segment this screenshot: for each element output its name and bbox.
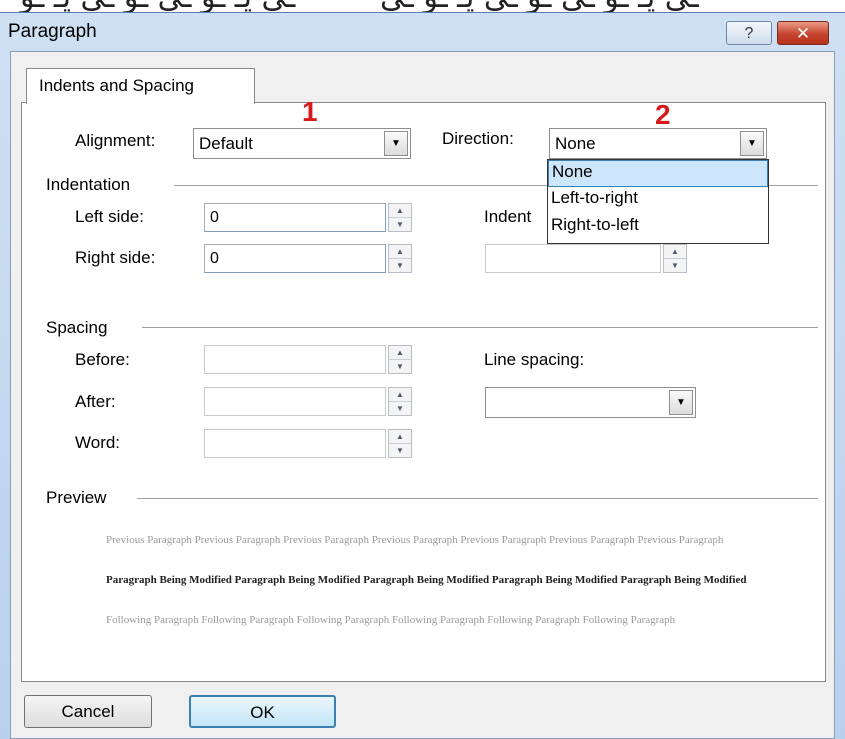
spin-up-icon[interactable]: ▲ xyxy=(389,346,411,360)
line-spacing-label: Line spacing: xyxy=(484,350,585,369)
word-input[interactable] xyxy=(204,429,386,458)
before-label: Before: xyxy=(75,350,130,369)
spin-down-icon[interactable]: ▼ xyxy=(389,444,411,457)
spacing-heading: Spacing xyxy=(46,318,108,337)
preview-following-paragraph: Following Paragraph Following Paragraph … xyxy=(106,614,676,626)
word-label: Word: xyxy=(75,433,121,452)
left-side-input[interactable]: 0 xyxy=(204,203,386,232)
right-side-stepper[interactable]: ▲ ▼ xyxy=(388,244,412,273)
spacing-divider xyxy=(142,327,818,328)
direction-label: Direction: xyxy=(442,129,514,148)
before-input[interactable] xyxy=(204,345,386,374)
direction-option-right-to-left[interactable]: Right-to-left xyxy=(548,214,768,241)
direction-select[interactable]: None ▼ xyxy=(549,128,767,159)
direction-dropdown-list: None Left-to-right Right-to-left xyxy=(547,159,769,244)
cancel-button[interactable]: Cancel xyxy=(24,695,152,728)
after-input[interactable] xyxy=(204,387,386,416)
paragraph-dialog: Paragraph ? ✕ Indents and Spacing 1 2 Al… xyxy=(0,12,845,739)
line-spacing-select[interactable]: ▼ xyxy=(485,387,696,418)
spin-up-icon[interactable]: ▲ xyxy=(389,245,411,259)
spin-up-icon[interactable]: ▲ xyxy=(664,245,686,259)
close-button[interactable]: ✕ xyxy=(777,21,829,45)
direction-option-left-to-right[interactable]: Left-to-right xyxy=(548,187,768,214)
preview-previous-paragraph: Previous Paragraph Previous Paragraph Pr… xyxy=(106,534,724,546)
spin-down-icon[interactable]: ▼ xyxy=(389,360,411,373)
word-stepper[interactable]: ▲ ▼ xyxy=(388,429,412,458)
tab-indents-and-spacing[interactable]: Indents and Spacing xyxy=(26,68,255,104)
help-button[interactable]: ? xyxy=(726,21,772,45)
indentation-heading: Indentation xyxy=(46,175,131,194)
spin-down-icon[interactable]: ▼ xyxy=(664,259,686,272)
right-side-label: Right side: xyxy=(75,248,156,267)
spin-down-icon[interactable]: ▼ xyxy=(389,218,411,231)
dialog-body: Indents and Spacing 1 2 Alignment: Defau… xyxy=(10,51,835,739)
spin-up-icon[interactable]: ▲ xyxy=(389,388,411,402)
before-stepper[interactable]: ▲ ▼ xyxy=(388,345,412,374)
preview-current-paragraph: Paragraph Being Modified Paragraph Being… xyxy=(106,574,747,586)
alignment-select[interactable]: Default ▼ xyxy=(193,128,411,159)
preview-heading: Preview xyxy=(46,488,107,507)
right-side-input[interactable]: 0 xyxy=(204,244,386,273)
left-side-stepper[interactable]: ▲ ▼ xyxy=(388,203,412,232)
spin-down-icon[interactable]: ▼ xyxy=(389,259,411,272)
chevron-down-icon[interactable]: ▼ xyxy=(740,131,764,156)
annotation-marker-2: 2 xyxy=(655,99,671,130)
alignment-label: Alignment: xyxy=(75,131,156,150)
direction-value: None xyxy=(555,134,596,153)
indent-label: Indent xyxy=(484,207,532,226)
indent-input[interactable] xyxy=(485,244,661,273)
spin-down-icon[interactable]: ▼ xyxy=(389,402,411,415)
preview-divider xyxy=(137,498,818,499)
spin-up-icon[interactable]: ▲ xyxy=(389,204,411,218)
spin-up-icon[interactable]: ▲ xyxy=(389,430,411,444)
alignment-value: Default xyxy=(199,134,253,153)
direction-option-none[interactable]: None xyxy=(548,160,768,187)
chevron-down-icon[interactable]: ▼ xyxy=(669,390,693,415)
chevron-down-icon[interactable]: ▼ xyxy=(384,131,408,156)
after-stepper[interactable]: ▲ ▼ xyxy=(388,387,412,416)
left-side-label: Left side: xyxy=(75,207,144,226)
title-bar: Paragraph ? ✕ xyxy=(0,13,845,51)
ok-button[interactable]: OK xyxy=(189,695,336,728)
dialog-title: Paragraph xyxy=(8,21,97,42)
annotation-marker-1: 1 xyxy=(302,96,318,127)
indent-stepper[interactable]: ▲ ▼ xyxy=(663,244,687,273)
after-label: After: xyxy=(75,392,116,411)
